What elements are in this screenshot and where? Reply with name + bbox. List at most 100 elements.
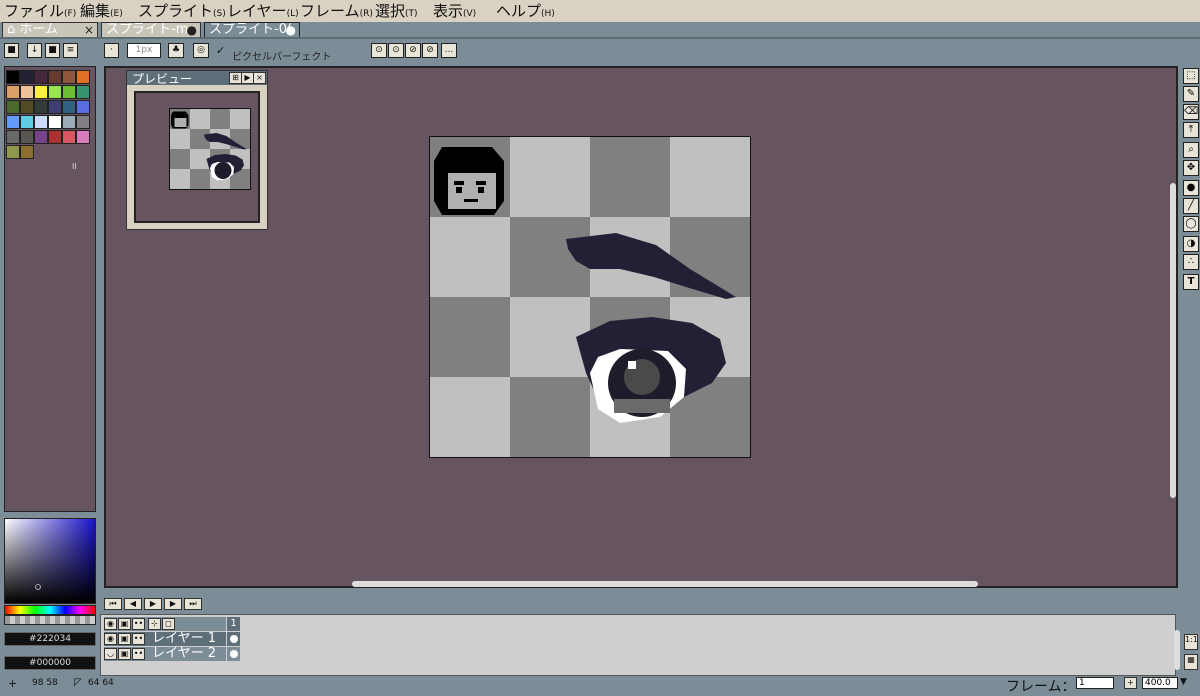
palette-swatch[interactable] bbox=[48, 130, 62, 144]
menu-select[interactable]: 選択(T) bbox=[375, 1, 418, 21]
fill-icon[interactable]: ● bbox=[1183, 180, 1199, 196]
palette-swatch[interactable] bbox=[48, 115, 62, 129]
menu-view[interactable]: 表示(V) bbox=[433, 1, 476, 21]
palette-resize-icon[interactable]: II bbox=[72, 162, 77, 171]
layer-1-lock-icon[interactable]: ▣ bbox=[118, 633, 131, 645]
first-frame-icon[interactable]: ⏮ bbox=[104, 598, 122, 610]
palette-swatch[interactable] bbox=[76, 70, 90, 84]
layer-group-icon[interactable]: ⊹ bbox=[148, 618, 161, 630]
palette-swatch[interactable] bbox=[20, 70, 34, 84]
palette-swatch[interactable] bbox=[6, 85, 20, 99]
palette-swatch[interactable] bbox=[76, 85, 90, 99]
more-button[interactable]: ... bbox=[441, 43, 457, 58]
layer-2-cel[interactable] bbox=[227, 647, 240, 661]
layer-2-name[interactable]: レイヤー 2 bbox=[152, 647, 216, 661]
menu-sprite[interactable]: スプライト(S) bbox=[138, 1, 226, 21]
palette-swatch[interactable] bbox=[62, 70, 76, 84]
symmetry-2-icon[interactable]: ⊙ bbox=[388, 43, 404, 58]
palette-swatch[interactable] bbox=[76, 130, 90, 144]
lock-header-icon[interactable]: ▣ bbox=[118, 618, 131, 630]
tab-sprite-m[interactable]: スプライト-m ● bbox=[101, 22, 201, 37]
palette-swatch[interactable] bbox=[76, 115, 90, 129]
menu-file[interactable]: ファイル(F) bbox=[4, 1, 76, 21]
spray-icon[interactable]: ∴ bbox=[1183, 254, 1199, 270]
marquee-icon[interactable]: ⬚ bbox=[1183, 68, 1199, 84]
ellipse-icon[interactable]: ◯ bbox=[1183, 216, 1199, 232]
continuous-header-icon[interactable]: •• bbox=[132, 618, 145, 630]
symmetry-3-icon[interactable]: ⊘ bbox=[405, 43, 421, 58]
brush-size-input[interactable]: 1px bbox=[127, 43, 161, 58]
palette-swatch[interactable] bbox=[20, 85, 34, 99]
menu-edit[interactable]: 編集(E) bbox=[80, 1, 123, 21]
palette-swatch[interactable] bbox=[34, 130, 48, 144]
color-picker-cursor[interactable] bbox=[35, 584, 41, 590]
palette-swatch[interactable] bbox=[62, 85, 76, 99]
layer-1-visibility-icon[interactable]: ◉ bbox=[104, 633, 117, 645]
color-picker-sv[interactable] bbox=[4, 518, 96, 604]
palette-swatch[interactable] bbox=[20, 115, 34, 129]
layer-1-cel[interactable] bbox=[227, 632, 240, 646]
zoom-1to1-icon[interactable]: 1:1 bbox=[1184, 634, 1198, 650]
layer-2-continuous-icon[interactable]: •• bbox=[132, 648, 145, 660]
palette-swatch[interactable] bbox=[6, 115, 20, 129]
palette-swatch[interactable] bbox=[20, 145, 34, 159]
zoom-icon[interactable]: ⌕ bbox=[1183, 142, 1199, 158]
line-icon[interactable]: ╱ bbox=[1183, 198, 1199, 214]
palette-swatch[interactable] bbox=[34, 100, 48, 114]
palette-swatch[interactable] bbox=[62, 130, 76, 144]
palette-swatch[interactable] bbox=[48, 85, 62, 99]
lock-icon[interactable]: ■ bbox=[4, 43, 19, 58]
palette-swatch[interactable] bbox=[76, 100, 90, 114]
primary-color-hex[interactable]: #222034 bbox=[4, 632, 96, 646]
visibility-header-icon[interactable]: ◉ bbox=[104, 618, 117, 630]
last-frame-icon[interactable]: ⏭ bbox=[184, 598, 202, 610]
add-frame-icon[interactable]: + bbox=[1124, 677, 1137, 689]
palette-swatch[interactable] bbox=[20, 130, 34, 144]
hue-slider[interactable] bbox=[4, 605, 96, 615]
frame-header-number[interactable]: 1 bbox=[227, 617, 240, 631]
vertical-scrollbar[interactable] bbox=[1170, 183, 1176, 498]
play-icon[interactable]: ▶ bbox=[144, 598, 162, 610]
horizontal-scrollbar[interactable] bbox=[352, 581, 978, 587]
stamp-icon[interactable]: ♣ bbox=[168, 43, 184, 58]
frame-input[interactable]: 1 bbox=[1076, 677, 1114, 689]
menu-frame[interactable]: フレーム(R) bbox=[300, 1, 373, 21]
zoom-dropdown-icon[interactable]: ▼ bbox=[1180, 677, 1187, 687]
layer-2-visibility-icon[interactable]: ◡ bbox=[104, 648, 117, 660]
palette-swatch[interactable] bbox=[34, 115, 48, 129]
palette-swatch[interactable] bbox=[62, 100, 76, 114]
timeline-scrollbar[interactable] bbox=[1174, 630, 1180, 670]
menu-lines-icon[interactable]: ≡ bbox=[63, 43, 78, 58]
target-icon[interactable]: ◎ bbox=[193, 43, 209, 58]
sprite-canvas[interactable] bbox=[429, 136, 751, 458]
timeline-options-icon[interactable]: ▦ bbox=[1184, 654, 1198, 670]
pencil-icon[interactable]: ✎ bbox=[1183, 86, 1199, 102]
move-icon[interactable]: ✥ bbox=[1183, 160, 1199, 176]
new-layer-icon[interactable]: ◻ bbox=[162, 618, 175, 630]
menu-help[interactable]: ヘルプ(H) bbox=[496, 1, 555, 21]
zoom-input[interactable]: 400.0 bbox=[1142, 677, 1178, 689]
pixel-perfect-check-icon[interactable]: ✓ bbox=[216, 44, 225, 57]
menu-layer[interactable]: レイヤー(L) bbox=[227, 1, 299, 21]
prev-frame-icon[interactable]: ◀ bbox=[124, 598, 142, 610]
layer-1-name[interactable]: レイヤー 1 bbox=[152, 632, 216, 646]
next-frame-icon[interactable]: ▶ bbox=[164, 598, 182, 610]
palette-swatch[interactable] bbox=[6, 70, 20, 84]
text-icon[interactable]: T bbox=[1183, 274, 1199, 290]
palette-swatch[interactable] bbox=[6, 100, 20, 114]
palette-swatch[interactable] bbox=[6, 145, 20, 159]
layer-2-lock-icon[interactable]: ▣ bbox=[118, 648, 131, 660]
eraser-icon[interactable]: ⌫ bbox=[1183, 104, 1199, 120]
palette-swatch[interactable] bbox=[48, 70, 62, 84]
symmetry-1-icon[interactable]: ⊙ bbox=[371, 43, 387, 58]
palette-swatch[interactable] bbox=[34, 85, 48, 99]
download-icon[interactable]: ↓ bbox=[27, 43, 42, 58]
blur-icon[interactable]: ◑ bbox=[1183, 236, 1199, 252]
preview-close-icon[interactable]: × bbox=[253, 72, 266, 84]
palette-swatch[interactable] bbox=[48, 100, 62, 114]
layer-1-continuous-icon[interactable]: •• bbox=[132, 633, 145, 645]
palette-swatch[interactable] bbox=[34, 70, 48, 84]
stop-icon[interactable]: ■ bbox=[45, 43, 60, 58]
palette-swatch[interactable] bbox=[62, 115, 76, 129]
secondary-color-hex[interactable]: #000000 bbox=[4, 656, 96, 670]
